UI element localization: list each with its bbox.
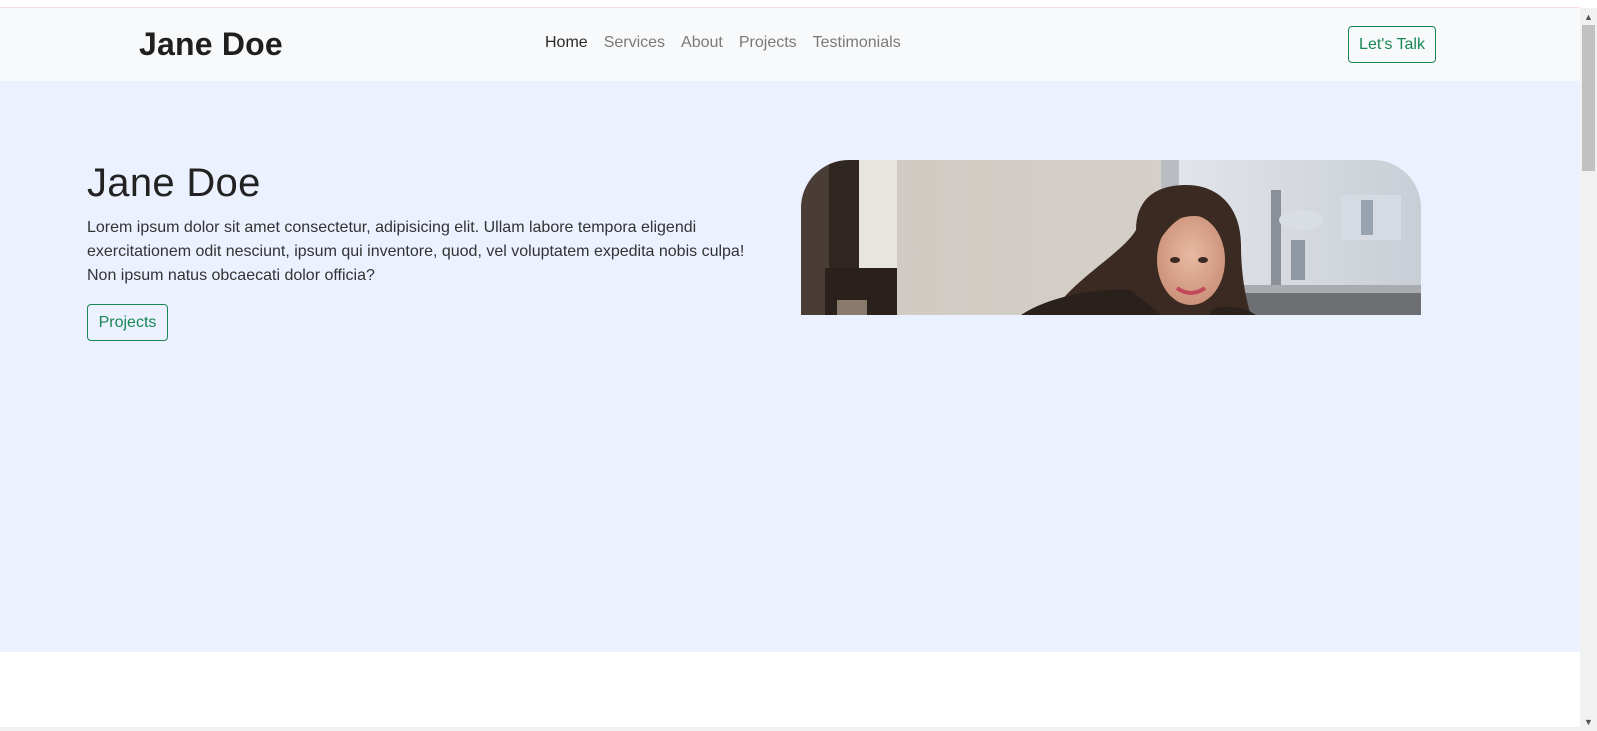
lets-talk-button[interactable]: Let's Talk xyxy=(1348,26,1436,63)
nav-links: Home Services About Projects Testimonial… xyxy=(545,34,901,52)
scrollbar-thumb[interactable] xyxy=(1582,25,1595,171)
hero-title: Jane Doe xyxy=(87,161,261,205)
navbar: Jane Doe Home Services About Projects Te… xyxy=(0,8,1580,81)
hero-section: Jane Doe Lorem ipsum dolor sit amet cons… xyxy=(0,81,1580,652)
brand-logo[interactable]: Jane Doe xyxy=(139,26,283,63)
nav-link-testimonials[interactable]: Testimonials xyxy=(813,34,901,52)
nav-link-services[interactable]: Services xyxy=(604,34,665,52)
horizontal-scrollbar-edge xyxy=(0,727,1580,731)
nav-link-about[interactable]: About xyxy=(681,34,723,52)
arrow-up-icon[interactable]: ▲ xyxy=(1580,10,1597,24)
hero-photo xyxy=(801,160,1421,315)
hero-description: Lorem ipsum dolor sit amet consectetur, … xyxy=(87,219,745,284)
projects-button[interactable]: Projects xyxy=(87,304,168,341)
nav-link-projects[interactable]: Projects xyxy=(739,34,797,52)
arrow-down-icon[interactable]: ▼ xyxy=(1580,715,1597,729)
nav-link-home[interactable]: Home xyxy=(545,34,588,52)
vertical-scrollbar[interactable]: ▲ ▼ xyxy=(1580,8,1597,731)
smiling-woman-in-cafe-photo xyxy=(801,160,1421,315)
top-strip xyxy=(0,0,1580,8)
